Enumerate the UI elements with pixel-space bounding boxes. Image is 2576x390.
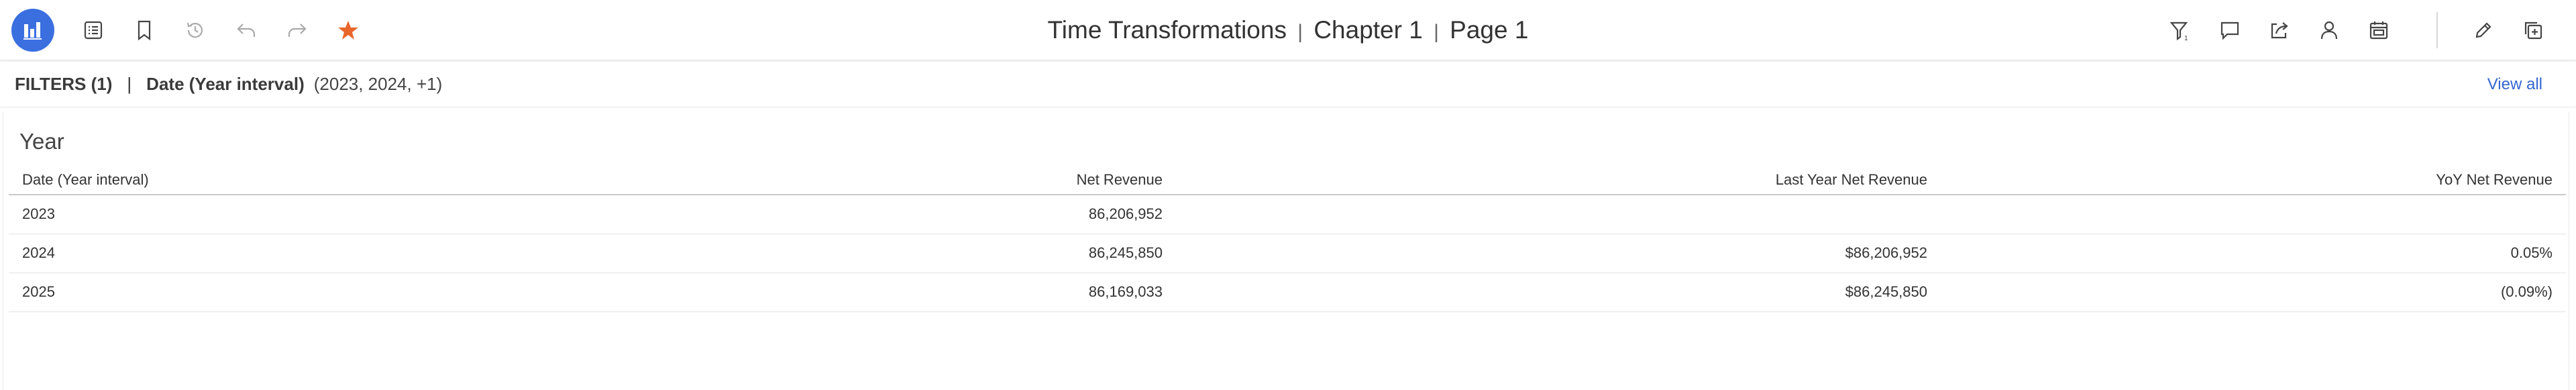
table-cell: 2024: [9, 234, 478, 273]
toolbar-left-group: [0, 0, 380, 60]
comment-icon[interactable]: [2211, 11, 2249, 49]
bookmark-icon[interactable]: [125, 11, 163, 49]
undo-icon[interactable]: [227, 11, 265, 49]
workbook-name[interactable]: Time Transformations: [1048, 16, 1287, 44]
column-header[interactable]: Last Year Net Revenue: [1176, 165, 1941, 195]
table-row[interactable]: 2025 86,169,033 $86,245,850 (0.09%): [9, 273, 2566, 312]
chapter-name[interactable]: Chapter 1: [1313, 16, 1423, 44]
filters-count-label[interactable]: FILTERS (1): [15, 74, 112, 95]
bar-chart-app-glyph: [23, 21, 42, 40]
table-cell: 2023: [9, 195, 478, 234]
table-cell: $86,245,850: [1176, 273, 1941, 312]
table-cell: 86,245,850: [478, 234, 1176, 273]
filter-icon[interactable]: 1: [2161, 11, 2199, 49]
data-table: Date (Year interval) Net Revenue Last Ye…: [9, 165, 2566, 312]
top-toolbar: Time Transformations | Chapter 1 | Page …: [0, 0, 2576, 60]
title-separator: |: [1297, 21, 1303, 43]
title-separator: |: [1434, 21, 1439, 43]
table-cell: [1176, 195, 1941, 234]
table-cell: 0.05%: [1941, 234, 2566, 273]
table-header-row: Date (Year interval) Net Revenue Last Ye…: [9, 165, 2566, 195]
page-name[interactable]: Page 1: [1450, 16, 1528, 44]
toolbar-divider: [2436, 12, 2438, 48]
filter-name[interactable]: Date (Year interval): [146, 74, 305, 95]
table-of-contents-icon[interactable]: [74, 11, 112, 49]
app-window: Time Transformations | Chapter 1 | Page …: [0, 0, 2576, 390]
user-icon[interactable]: [2310, 11, 2348, 49]
calendar-icon[interactable]: [2360, 11, 2398, 49]
year-table-widget: Year Date (Year interval) Net Revenue La…: [3, 111, 2569, 390]
table-cell: 86,206,952: [478, 195, 1176, 234]
filter-value[interactable]: (2023, 2024, +1): [314, 74, 443, 95]
table-cell: (0.09%): [1941, 273, 2566, 312]
filter-bar: FILTERS (1) | Date (Year interval) (2023…: [0, 62, 2576, 107]
table-cell: 86,169,033: [478, 273, 1176, 312]
history-icon[interactable]: [176, 11, 214, 49]
table-row[interactable]: 2024 86,245,850 $86,206,952 0.05%: [9, 234, 2566, 273]
favorite-star-icon[interactable]: [329, 11, 367, 49]
filter-count-badge: 1: [2184, 35, 2188, 42]
share-icon[interactable]: [2261, 11, 2298, 49]
table-cell: 2025: [9, 273, 478, 312]
widget-title: Year: [19, 129, 64, 154]
table-cell: $86,206,952: [1176, 234, 1941, 273]
edit-icon[interactable]: [2465, 11, 2502, 49]
column-header[interactable]: Net Revenue: [478, 165, 1176, 195]
view-all-link[interactable]: View all: [2487, 62, 2542, 107]
bar-chart-app-icon[interactable]: [11, 8, 54, 52]
duplicate-icon[interactable]: [2514, 11, 2552, 49]
column-header[interactable]: YoY Net Revenue: [1941, 165, 2566, 195]
redo-icon[interactable]: [278, 11, 316, 49]
table-row[interactable]: 2023 86,206,952: [9, 195, 2566, 234]
filter-separator: |: [127, 74, 132, 94]
table-cell: [1941, 195, 2566, 234]
column-header[interactable]: Date (Year interval): [9, 165, 478, 195]
toolbar-right-group: 1: [2161, 0, 2576, 60]
